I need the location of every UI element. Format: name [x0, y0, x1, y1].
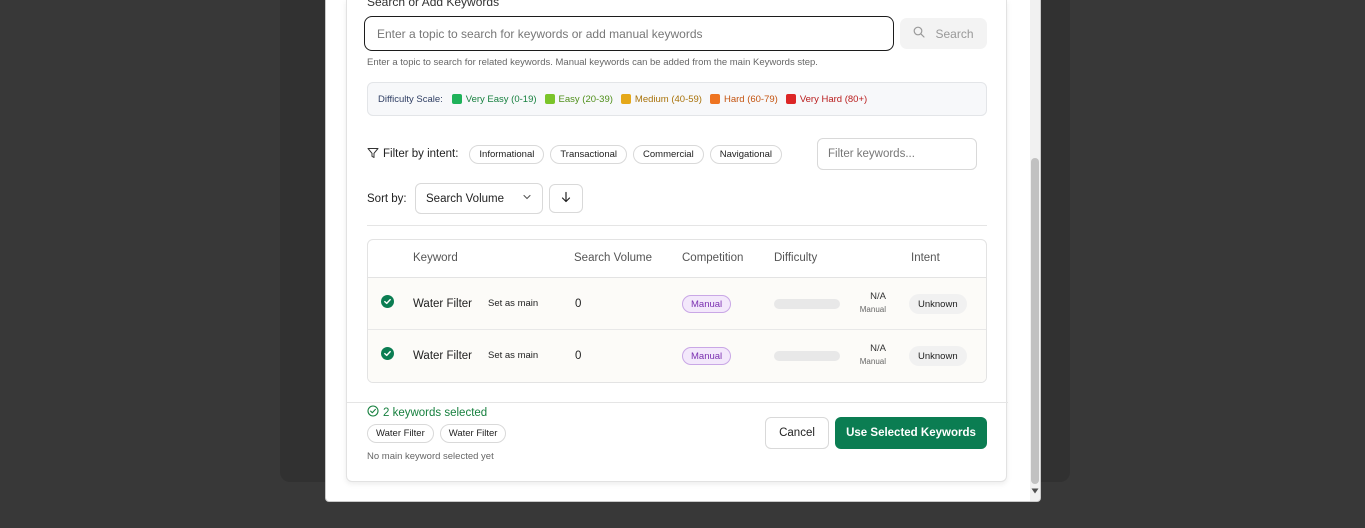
divider [367, 225, 987, 226]
scale-label: Hard (60-79) [723, 93, 778, 105]
selected-count: 2 keywords selected [367, 405, 487, 420]
scroll-down-arrow-icon[interactable] [1031, 487, 1039, 495]
difficulty-bar [774, 299, 840, 309]
difficulty-text: N/A [870, 291, 886, 302]
set-as-main-button[interactable]: Set as main [488, 298, 538, 309]
search-volume-value: 0 [575, 298, 582, 310]
no-main-keyword-text: No main keyword selected yet [367, 451, 494, 462]
search-icon [913, 26, 926, 41]
use-selected-keywords-button[interactable]: Use Selected Keywords [835, 417, 987, 449]
keyword-text: Water Filter [413, 298, 472, 310]
scale-label: Easy (20-39) [558, 93, 613, 105]
scale-item: Hard (60-79) [709, 93, 778, 105]
scale-item: Very Hard (80+) [785, 93, 868, 105]
filter-label: Filter by intent: [367, 147, 458, 162]
competition-badge: Manual [682, 295, 732, 313]
intent-filter-row: Filter by intent: Informational Transact… [367, 138, 788, 170]
difficulty-text: N/A [870, 343, 886, 354]
medium-swatch [620, 94, 631, 104]
table-row[interactable]: Water Filter Set as main 0 Manual N/A Man… [368, 278, 986, 330]
very-easy-swatch [451, 94, 462, 104]
footer-divider [347, 402, 1008, 403]
difficulty-note: Manual [859, 357, 886, 366]
table-row[interactable]: Water Filter Set as main 0 Manual N/A Man… [368, 330, 986, 382]
search-button[interactable]: Search [900, 18, 987, 49]
search-button-label: Search [935, 26, 974, 41]
difficulty-note: Manual [859, 305, 886, 314]
intent-badge: Unknown [909, 346, 967, 366]
search-volume-value: 0 [575, 350, 582, 362]
modal-content: Search or Add Keywords Search Enter a to… [346, 0, 1008, 482]
check-circle-outline-icon [367, 405, 379, 420]
difficulty-scale: Difficulty Scale: Very Easy (0-19) Easy … [367, 82, 987, 116]
intent-chip-transactional[interactable]: Transactional [550, 144, 628, 164]
sort-selected-value: Search Volume [426, 192, 504, 205]
set-as-main-button[interactable]: Set as main [488, 350, 538, 361]
scale-item: Very Easy (0-19) [451, 93, 537, 105]
intent-chip-commercial[interactable]: Commercial [633, 144, 704, 164]
header-intent: Intent [911, 252, 940, 264]
cancel-button[interactable]: Cancel [765, 417, 829, 449]
scale-label: Very Easy (0-19) [465, 93, 537, 105]
header-difficulty: Difficulty [774, 252, 818, 264]
filter-keywords-input[interactable] [817, 138, 977, 170]
competition-badge: Manual [682, 347, 732, 365]
sort-label: Sort by: [367, 193, 407, 205]
keywords-table: Keyword Search Volume Competition Diffic… [367, 239, 987, 383]
check-circle-icon[interactable] [381, 347, 394, 360]
scale-item: Easy (20-39) [544, 93, 613, 105]
sort-select[interactable]: Search Volume [415, 183, 543, 214]
check-circle-icon[interactable] [381, 295, 394, 308]
filter-label-text: Filter by intent: [383, 148, 459, 160]
scrollbar-thumb[interactable] [1031, 158, 1039, 484]
selected-tags: Water Filter Water Filter [367, 424, 507, 443]
search-input[interactable] [364, 16, 894, 51]
easy-swatch [544, 94, 555, 104]
hard-swatch [709, 94, 720, 104]
scale-label: Medium (40-59) [634, 93, 702, 105]
arrow-down-icon [560, 190, 572, 208]
search-section-label: Search or Add Keywords [367, 0, 500, 9]
difficulty-scale-title: Difficulty Scale: [378, 93, 443, 105]
sort-direction-button[interactable] [549, 184, 583, 213]
keyword-text: Water Filter [413, 350, 472, 362]
intent-badge: Unknown [909, 294, 967, 314]
header-keyword: Keyword [413, 252, 458, 264]
difficulty-value: N/A Manual [848, 291, 886, 316]
difficulty-bar [774, 351, 840, 361]
very-hard-swatch [785, 94, 796, 104]
difficulty-value: N/A Manual [848, 343, 886, 368]
scale-label: Very Hard (80+) [799, 93, 868, 105]
chevron-down-icon [522, 192, 532, 205]
selected-keyword-tag[interactable]: Water Filter [367, 424, 434, 443]
search-help-text: Enter a topic to search for related keyw… [367, 57, 818, 68]
intent-chip-navigational[interactable]: Navigational [709, 144, 783, 164]
intent-chip-informational[interactable]: Informational [469, 144, 545, 164]
header-search-volume[interactable]: Search Volume [574, 252, 652, 264]
keyword-modal: Search or Add Keywords Search Enter a to… [325, 0, 1041, 502]
header-competition: Competition [682, 252, 744, 264]
table-header: Keyword Search Volume Competition Diffic… [368, 240, 986, 278]
scrollbar[interactable] [1030, 0, 1040, 501]
filter-icon [367, 147, 379, 162]
selected-count-text: 2 keywords selected [383, 406, 488, 419]
selected-keyword-tag[interactable]: Water Filter [439, 424, 507, 443]
scale-item: Medium (40-59) [620, 93, 702, 105]
